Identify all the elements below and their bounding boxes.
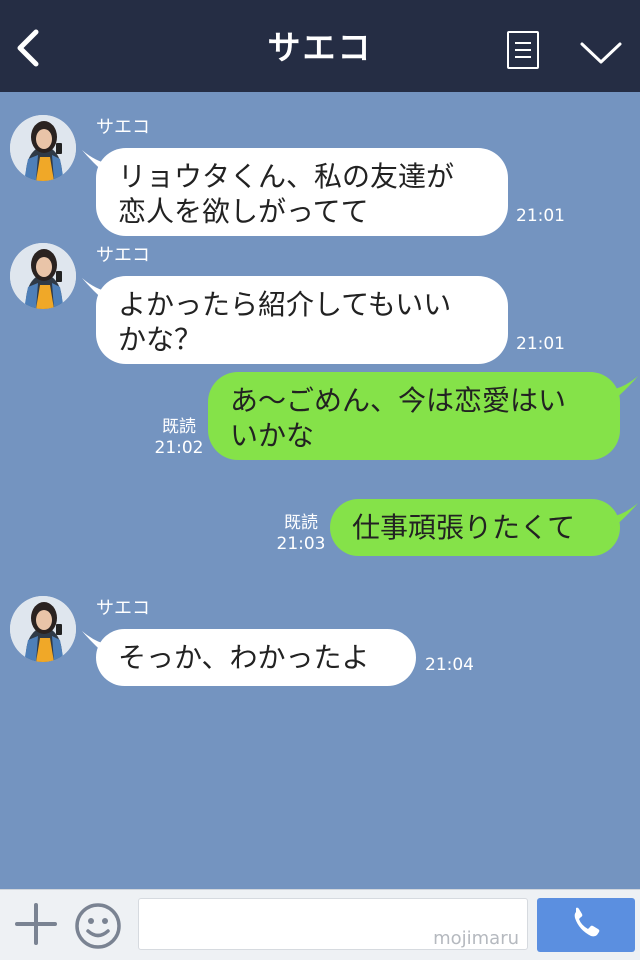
person-avatar-icon [10,243,76,309]
emoji-button[interactable] [74,902,122,950]
add-button[interactable] [14,902,58,946]
message-time: 21:02 [154,438,204,458]
read-receipt: 既読 21:02 [152,417,206,459]
message-time: 21:04 [425,655,474,675]
message-time: 21:01 [516,334,565,354]
message-time: 21:01 [516,206,565,226]
sender-name: サエコ [96,598,150,619]
read-receipt: 既読 21:03 [274,513,328,555]
phone-icon [574,907,600,937]
watermark-text: mojimaru [433,928,519,949]
message-bubble[interactable]: あ〜ごめん、今は恋愛はい いかな [208,372,620,460]
bubble-tail [610,376,638,402]
sender-name: サエコ [96,245,150,266]
chat-header: サエコ [0,0,640,92]
person-avatar-icon [10,596,76,662]
message-bubble[interactable]: リョウタくん、私の友達が 恋人を欲しがってて [96,148,508,236]
chat-title: サエコ [267,28,373,67]
person-avatar-icon [10,115,76,181]
read-label: 既読 [284,513,318,533]
avatar[interactable] [10,596,76,662]
message-time: 21:03 [276,534,326,554]
smiley-icon [75,903,121,949]
message-bubble[interactable]: よかったら紹介してもいい かな？ [96,276,508,364]
collapse-button[interactable] [578,34,624,68]
menu-button[interactable] [507,31,539,69]
bubble-tail [610,503,638,529]
chat-area[interactable]: サエコ リョウタくん、私の友達が 恋人を欲しがってて 21:01 サエコ よかっ… [0,92,640,889]
message-bubble[interactable]: 仕事頑張りたくて [330,499,620,556]
avatar[interactable] [10,243,76,309]
avatar[interactable] [10,115,76,181]
sender-name: サエコ [96,117,150,138]
read-label: 既読 [162,417,196,437]
call-button[interactable] [537,898,635,952]
input-bar: mojimaru [0,889,640,960]
chevron-down-icon [580,42,622,64]
plus-icon [15,903,57,945]
message-bubble[interactable]: そっか、わかったよ [96,629,416,686]
